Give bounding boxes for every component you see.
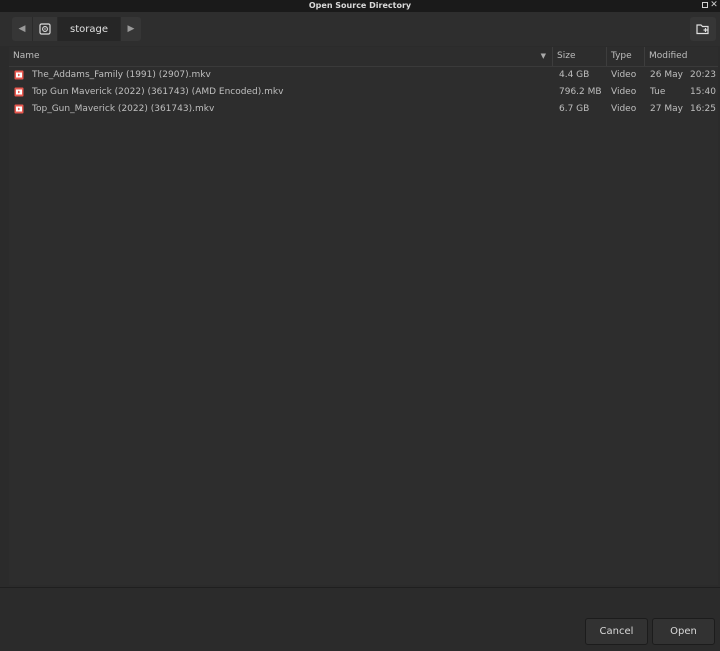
file-row[interactable]: The_Addams_Family (1991) (2907).mkv 4.4 … <box>9 67 718 84</box>
file-size: 6.7 GB <box>559 104 590 114</box>
drive-icon[interactable] <box>33 17 58 41</box>
file-date: 26 May <box>650 70 683 80</box>
file-name: The_Addams_Family (1991) (2907).mkv <box>32 70 211 80</box>
column-type[interactable]: Type <box>606 47 644 66</box>
column-type-label: Type <box>611 51 632 61</box>
dialog-footer: Cancel Open <box>0 587 720 651</box>
column-name[interactable]: Name ▼ <box>9 47 552 66</box>
file-time: 20:23 <box>690 70 716 80</box>
column-size[interactable]: Size <box>552 47 606 66</box>
column-header: Name ▼ Size Type Modified <box>9 47 718 67</box>
file-date: Tue <box>650 87 666 97</box>
file-type: Video <box>611 104 637 114</box>
video-file-icon <box>14 70 24 80</box>
file-row[interactable]: Top_Gun_Maverick (2022) (361743).mkv 6.7… <box>9 101 718 118</box>
title-bar: Open Source Directory ✕ <box>0 0 720 12</box>
file-row[interactable]: Top Gun Maverick (2022) (361743) (AMD En… <box>9 84 718 101</box>
path-segment-storage[interactable]: storage <box>58 17 121 41</box>
file-type: Video <box>611 87 637 97</box>
file-name: Top_Gun_Maverick (2022) (361743).mkv <box>32 104 215 114</box>
file-name: Top Gun Maverick (2022) (361743) (AMD En… <box>32 87 284 97</box>
path-scroll-right-icon[interactable]: ▶ <box>121 17 141 41</box>
open-button[interactable]: Open <box>652 618 715 645</box>
file-time: 15:40 <box>690 87 716 97</box>
column-size-label: Size <box>557 51 576 61</box>
video-file-icon <box>14 87 24 97</box>
path-bar: ◀ storage ▶ <box>12 17 141 41</box>
file-time: 16:25 <box>690 104 716 114</box>
close-icon[interactable]: ✕ <box>709 0 719 12</box>
new-folder-button[interactable] <box>690 17 716 41</box>
column-modified[interactable]: Modified <box>644 47 718 66</box>
column-modified-label: Modified <box>649 51 688 61</box>
file-size: 796.2 MB <box>559 87 602 97</box>
window-title: Open Source Directory <box>308 1 412 10</box>
cancel-button[interactable]: Cancel <box>585 618 648 645</box>
sort-descending-icon: ▼ <box>540 52 546 60</box>
path-scroll-left-icon[interactable]: ◀ <box>12 17 33 41</box>
file-date: 27 May <box>650 104 683 114</box>
file-size: 4.4 GB <box>559 70 590 80</box>
toolbar: ◀ storage ▶ <box>0 12 720 46</box>
file-type: Video <box>611 70 637 80</box>
new-folder-icon <box>696 24 709 35</box>
file-list[interactable]: Name ▼ Size Type Modified The_Addams_Fam… <box>9 47 718 585</box>
column-name-label: Name <box>13 51 40 61</box>
video-file-icon <box>14 104 24 114</box>
